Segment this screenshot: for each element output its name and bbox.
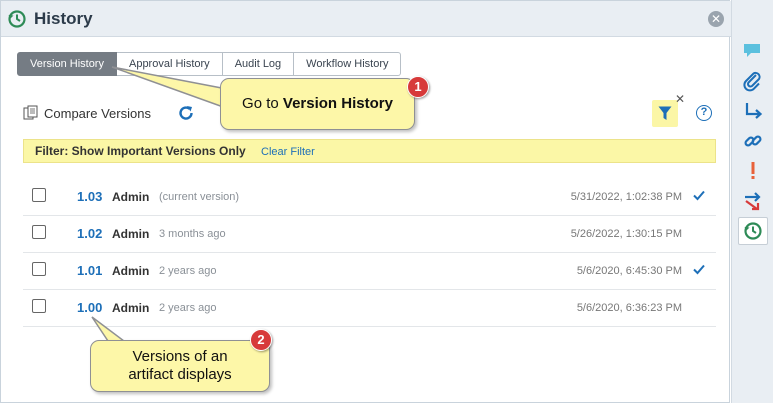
callout-2-line-2: artifact displays: [128, 366, 232, 383]
callout-1-bold: Version History: [282, 95, 393, 112]
callout-badge-1: 1: [407, 76, 429, 98]
trace-icon[interactable]: [742, 190, 764, 212]
callout-badge-2: 2: [250, 329, 272, 351]
callout-2-line-1: Versions of an: [132, 348, 228, 365]
history-icon[interactable]: [742, 220, 764, 242]
alert-icon[interactable]: [742, 160, 764, 182]
callout-version-history: Go to Version History: [220, 78, 415, 130]
link-icon[interactable]: [742, 130, 764, 152]
callout-versions-display: Versions of an artifact displays: [90, 340, 270, 392]
callout-1-prefix: Go to: [242, 95, 283, 112]
relationship-arrow-icon[interactable]: [742, 100, 764, 122]
right-sidebar: [731, 0, 773, 403]
attachment-icon[interactable]: [742, 70, 764, 92]
discussion-icon[interactable]: [742, 40, 764, 62]
